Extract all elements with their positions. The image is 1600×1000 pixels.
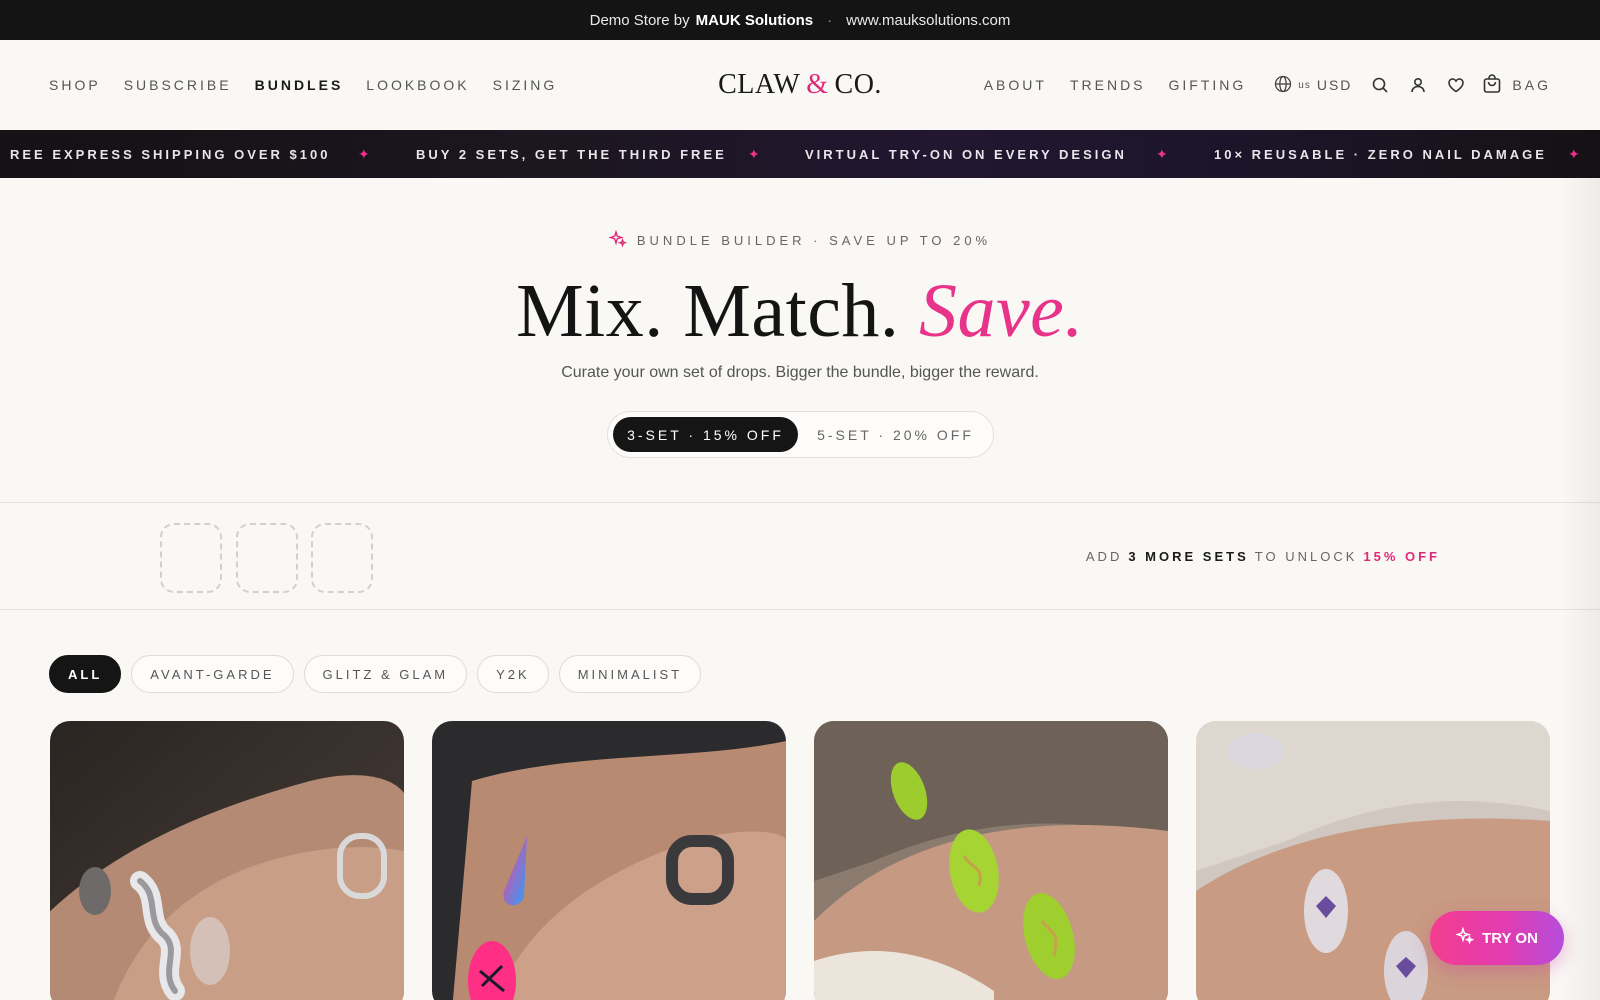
hero-subtitle: Curate your own set of drops. Bigger the… bbox=[561, 364, 1039, 381]
bag-button[interactable]: BAG bbox=[1482, 73, 1551, 97]
sparkle-star-icon: ✦ bbox=[1156, 145, 1168, 162]
sparkles-icon bbox=[608, 229, 628, 251]
unlock-msg-count: 3 MORE SETS bbox=[1128, 548, 1249, 564]
globe-icon bbox=[1274, 75, 1292, 96]
promo-marquee: REE EXPRESS SHIPPING OVER $100 ✦ BUY 2 S… bbox=[0, 130, 1600, 178]
announcement-bar: Demo Store by MAUK Solutions · www.mauks… bbox=[0, 0, 1600, 40]
logo-ampersand: & bbox=[806, 69, 829, 100]
announcement-url-link[interactable]: www.mauksolutions.com bbox=[846, 12, 1010, 29]
unlock-msg-reward: 15% OFF bbox=[1363, 548, 1440, 564]
nav-gifting[interactable]: GIFTING bbox=[1169, 77, 1247, 93]
bag-icon bbox=[1482, 73, 1502, 97]
product-card[interactable] bbox=[814, 721, 1168, 1000]
product-image-green-nails bbox=[814, 721, 1168, 1000]
category-filter-chips: ALL AVANT-GARDE GLITZ & GLAM Y2K MINIMAL… bbox=[49, 655, 702, 693]
marquee-item-try-on: VIRTUAL TRY-ON ON EVERY DESIGN bbox=[805, 146, 1127, 162]
primary-nav-left: SHOP SUBSCRIBE BUNDLES LOOKBOOK SIZING bbox=[49, 40, 580, 130]
bundle-slot-empty bbox=[236, 523, 298, 593]
unlock-msg-middle: TO UNLOCK bbox=[1254, 548, 1358, 564]
filter-chip-glitz-glam[interactable]: GLITZ & GLAM bbox=[303, 655, 468, 693]
nav-lookbook[interactable]: LOOKBOOK bbox=[366, 77, 469, 93]
nav-about[interactable]: ABOUT bbox=[984, 77, 1047, 93]
bundle-progress-bar: ADD 3 MORE SETS TO UNLOCK 15% OFF bbox=[0, 502, 1600, 610]
hero-title: Mix. Match. Save. bbox=[0, 268, 1600, 355]
hero-eyebrow: BUNDLE BUILDER · SAVE UP TO 20% bbox=[0, 229, 1600, 251]
marquee-item-bundle-offer: BUY 2 SETS, GET THE THIRD FREE bbox=[416, 146, 727, 162]
product-card[interactable] bbox=[50, 721, 404, 1000]
site-header: SHOP SUBSCRIBE BUNDLES LOOKBOOK SIZING C… bbox=[0, 40, 1600, 130]
announcement-separator: · bbox=[827, 11, 833, 29]
unlock-msg-prefix: ADD bbox=[1085, 548, 1123, 564]
logo-text-co: CO. bbox=[834, 69, 882, 100]
product-image-pink-blue-nails bbox=[432, 721, 786, 1000]
nav-shop[interactable]: SHOP bbox=[49, 77, 101, 93]
primary-nav-right: ABOUT TRENDS GIFTING us USD BAG bbox=[961, 40, 1551, 130]
bag-label: BAG bbox=[1512, 77, 1551, 93]
bundle-size-toggle: 3-SET · 15% OFF 5-SET · 20% OFF bbox=[607, 411, 994, 458]
sparkle-star-icon: ✦ bbox=[748, 145, 760, 162]
product-card[interactable] bbox=[432, 721, 786, 1000]
hero-eyebrow-text: BUNDLE BUILDER · SAVE UP TO 20% bbox=[636, 233, 992, 248]
region-code: us bbox=[1298, 79, 1311, 91]
currency-selector[interactable]: us USD bbox=[1274, 75, 1352, 96]
try-on-button[interactable]: TRY ON bbox=[1430, 911, 1564, 965]
filter-chip-y2k[interactable]: Y2K bbox=[477, 655, 549, 693]
hero-title-accent: Save. bbox=[918, 269, 1084, 353]
currency-code: USD bbox=[1316, 77, 1353, 93]
nav-trends[interactable]: TRENDS bbox=[1070, 77, 1146, 93]
marquee-item-reusable: 10× REUSABLE · ZERO NAIL DAMAGE bbox=[1214, 146, 1547, 162]
marquee-item-shipping: REE EXPRESS SHIPPING OVER $100 bbox=[10, 146, 331, 162]
wishlist-heart-icon[interactable] bbox=[1446, 75, 1466, 95]
announcement-prefix: Demo Store by bbox=[589, 11, 690, 29]
try-on-label: TRY ON bbox=[1482, 929, 1538, 947]
bundle-slot-empty bbox=[311, 523, 373, 593]
sparkle-star-icon: ✦ bbox=[1568, 145, 1580, 162]
hero-title-main: Mix. Match. bbox=[516, 269, 900, 353]
search-icon[interactable] bbox=[1370, 75, 1390, 95]
nav-sizing[interactable]: SIZING bbox=[493, 77, 558, 93]
account-icon[interactable] bbox=[1408, 75, 1428, 95]
filter-chip-avant-garde[interactable]: AVANT-GARDE bbox=[131, 655, 294, 693]
bundle-unlock-message: ADD 3 MORE SETS TO UNLOCK 15% OFF bbox=[1086, 503, 1440, 609]
logo-text-claw: CLAW bbox=[718, 69, 801, 100]
toggle-3-set[interactable]: 3-SET · 15% OFF bbox=[613, 417, 798, 452]
nav-subscribe[interactable]: SUBSCRIBE bbox=[124, 77, 232, 93]
toggle-5-set[interactable]: 5-SET · 20% OFF bbox=[803, 417, 988, 452]
sparkle-star-icon: ✦ bbox=[358, 145, 370, 162]
bundle-slot-empty bbox=[160, 523, 222, 593]
filter-chip-all[interactable]: ALL bbox=[49, 655, 122, 693]
announcement-brand-link[interactable]: MAUK Solutions bbox=[696, 12, 814, 29]
product-image-chrome-nails bbox=[50, 721, 404, 1000]
nav-bundles[interactable]: BUNDLES bbox=[255, 77, 344, 93]
sparkles-icon bbox=[1455, 926, 1475, 949]
filter-chip-minimalist[interactable]: MINIMALIST bbox=[558, 655, 702, 693]
